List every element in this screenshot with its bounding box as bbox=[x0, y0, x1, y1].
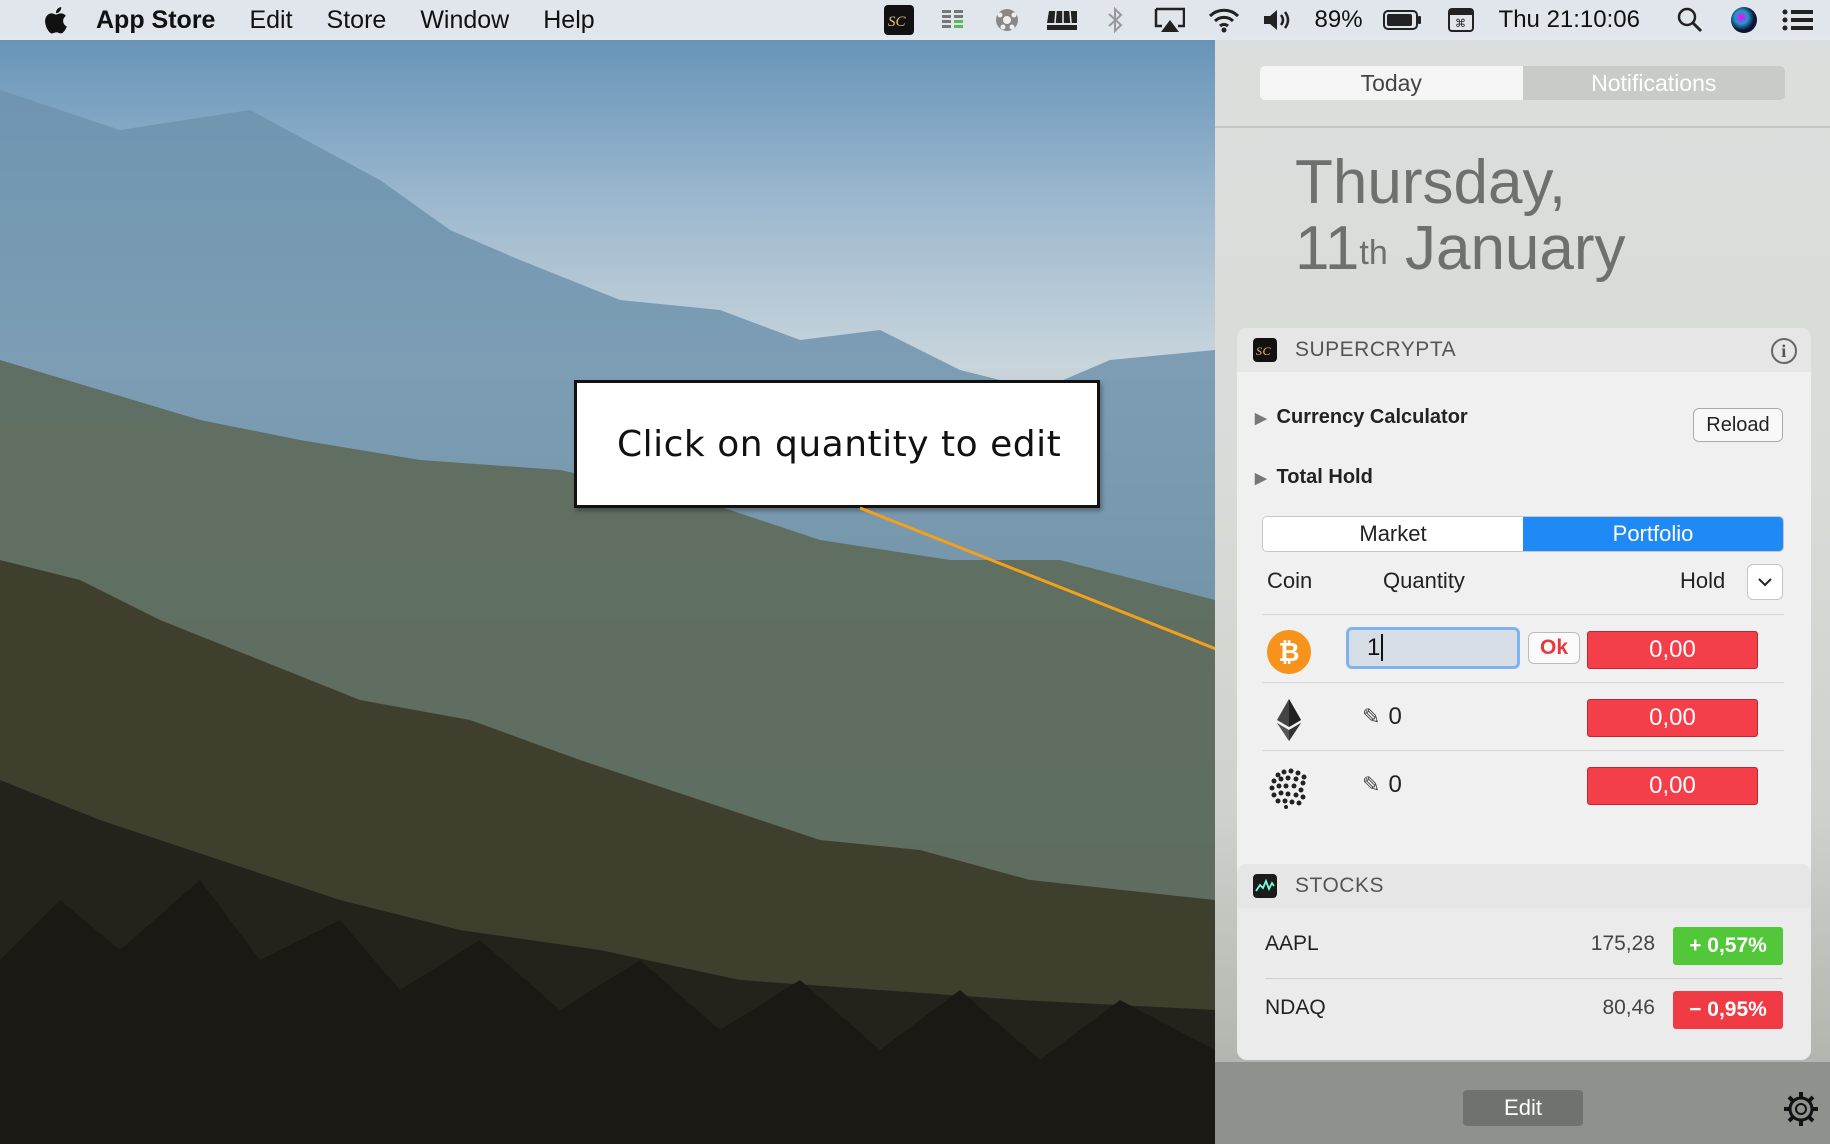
text-cursor bbox=[1381, 634, 1384, 661]
apple-icon[interactable] bbox=[36, 5, 74, 35]
date-heading: Thursday, 11th January bbox=[1295, 150, 1626, 282]
hold-value: 0,00 bbox=[1587, 631, 1758, 669]
svg-text:⌘: ⌘ bbox=[1455, 17, 1466, 30]
stocks-widget: STOCKS AAPL 175,28 + 0,57% NDAQ 80,46 − … bbox=[1237, 864, 1811, 1060]
status-area: SC 89% ⌘ Thu 21:10:06 bbox=[883, 0, 1830, 40]
today-notifications-toggle: Today Notifications bbox=[1260, 66, 1785, 100]
info-icon[interactable]: i bbox=[1771, 338, 1797, 364]
menu-bar: App Store Edit Store Window Help SC 89% bbox=[0, 0, 1830, 40]
airplay-icon[interactable] bbox=[1153, 6, 1185, 34]
svg-text:SC: SC bbox=[1256, 344, 1272, 358]
stock-row[interactable]: NDAQ 80,46 − 0,95% bbox=[1265, 978, 1783, 1040]
battery-icon[interactable] bbox=[1382, 6, 1423, 34]
callout-text: Click on quantity to edit bbox=[617, 423, 1062, 465]
divider bbox=[1215, 126, 1830, 128]
widget-header: STOCKS bbox=[1237, 864, 1811, 908]
dock-icon[interactable] bbox=[1045, 6, 1077, 34]
notification-center-icon[interactable] bbox=[1782, 6, 1814, 34]
supercrypta-widget: SC SUPERCRYPTA i ▶ Currency Calculator R… bbox=[1237, 328, 1811, 888]
widget-header: SC SUPERCRYPTA i bbox=[1237, 328, 1811, 372]
date-suffix: th bbox=[1359, 234, 1388, 272]
column-header-coin: Coin bbox=[1267, 568, 1313, 593]
bitcoin-icon: ₿ bbox=[1267, 630, 1311, 674]
stock-change-badge[interactable]: + 0,57% bbox=[1673, 927, 1783, 965]
chevron-down-icon bbox=[1758, 578, 1772, 587]
quantity-edit-link[interactable]: ✎ 0 bbox=[1362, 771, 1402, 799]
column-header-quantity: Quantity bbox=[1383, 568, 1465, 593]
stock-symbol: NDAQ bbox=[1265, 996, 1326, 1019]
supercrypta-icon[interactable]: SC bbox=[883, 5, 915, 35]
stocks-logo-icon bbox=[1253, 874, 1277, 898]
currency-calculator-label: Currency Calculator bbox=[1276, 406, 1468, 428]
date-day: 11 bbox=[1295, 214, 1360, 283]
menu-app-store[interactable]: App Store bbox=[96, 6, 215, 35]
panel-bottom-bar: Edit bbox=[1215, 1062, 1830, 1144]
reload-button[interactable]: Reload bbox=[1693, 408, 1783, 442]
hold-value: 0,00 bbox=[1587, 767, 1758, 805]
siri-icon[interactable] bbox=[1728, 6, 1760, 34]
hold-currency-dropdown[interactable] bbox=[1747, 564, 1783, 600]
wifi-icon[interactable] bbox=[1207, 6, 1239, 34]
stock-row[interactable]: AAPL 175,28 + 0,57% bbox=[1265, 914, 1783, 976]
menu-store[interactable]: Store bbox=[327, 6, 387, 35]
stock-price: 80,46 bbox=[1602, 996, 1655, 1019]
column-header-hold: Hold bbox=[1680, 568, 1726, 593]
quantity-value: 0 bbox=[1388, 703, 1402, 730]
svg-text:SC: SC bbox=[888, 14, 907, 30]
mountain-landscape bbox=[0, 90, 1215, 1144]
bluetooth-icon[interactable] bbox=[1099, 6, 1131, 34]
widget-title: SUPERCRYPTA bbox=[1295, 338, 1457, 361]
volume-icon[interactable] bbox=[1261, 6, 1293, 34]
annotation-callout: Click on quantity to edit bbox=[574, 380, 1100, 508]
total-hold-toggle[interactable]: ▶ Total Hold bbox=[1255, 466, 1373, 489]
supercrypta-logo-icon: SC bbox=[1253, 338, 1277, 362]
gear-icon[interactable] bbox=[1782, 1090, 1820, 1128]
iota-icon bbox=[1269, 768, 1307, 809]
segment-market[interactable]: Market bbox=[1263, 517, 1523, 551]
widget-title: STOCKS bbox=[1295, 874, 1384, 897]
date-weekday: Thursday, bbox=[1295, 148, 1567, 217]
total-hold-label: Total Hold bbox=[1276, 466, 1373, 488]
portfolio-row: ₿ 1 Ok 0,00 bbox=[1262, 614, 1784, 682]
quantity-value: 1 bbox=[1367, 634, 1381, 661]
disclosure-triangle-icon: ▶ bbox=[1255, 409, 1267, 427]
pencil-icon: ✎ bbox=[1362, 704, 1381, 729]
keyboard-icon[interactable]: ⌘ bbox=[1445, 6, 1477, 34]
stock-symbol: AAPL bbox=[1265, 932, 1319, 955]
market-portfolio-toggle: Market Portfolio bbox=[1262, 516, 1784, 552]
hold-value: 0,00 bbox=[1587, 699, 1758, 737]
stock-change-badge[interactable]: − 0,95% bbox=[1673, 991, 1783, 1029]
portfolio-row: ✎ 0 0,00 bbox=[1262, 682, 1784, 750]
menu-edit[interactable]: Edit bbox=[249, 6, 292, 35]
istat-icon[interactable] bbox=[937, 6, 969, 34]
battery-percent[interactable]: 89% bbox=[1315, 6, 1363, 34]
ball-icon[interactable] bbox=[991, 6, 1023, 34]
svg-text:₿: ₿ bbox=[1278, 638, 1299, 668]
ok-button[interactable]: Ok bbox=[1528, 632, 1580, 664]
spotlight-icon[interactable] bbox=[1674, 6, 1706, 34]
disclosure-triangle-icon: ▶ bbox=[1255, 469, 1267, 487]
edit-button[interactable]: Edit bbox=[1463, 1090, 1583, 1126]
currency-calculator-toggle[interactable]: ▶ Currency Calculator bbox=[1255, 406, 1468, 429]
pencil-icon: ✎ bbox=[1362, 772, 1381, 797]
notification-center-panel: Today Notifications Thursday, 11th Janua… bbox=[1215, 40, 1830, 1144]
ethereum-icon bbox=[1277, 699, 1301, 741]
tab-notifications[interactable]: Notifications bbox=[1522, 66, 1785, 100]
quantity-value: 0 bbox=[1388, 771, 1402, 798]
date-day-month: 11th January bbox=[1295, 216, 1626, 282]
menu-help[interactable]: Help bbox=[543, 6, 594, 35]
tab-today[interactable]: Today bbox=[1260, 66, 1523, 100]
quantity-edit-link[interactable]: ✎ 0 bbox=[1362, 703, 1402, 731]
quantity-input[interactable]: 1 bbox=[1346, 627, 1520, 669]
clock[interactable]: Thu 21:10:06 bbox=[1499, 6, 1640, 34]
menu-window[interactable]: Window bbox=[420, 6, 509, 35]
date-month: January bbox=[1404, 214, 1626, 283]
portfolio-row: ✎ 0 0,00 bbox=[1262, 750, 1784, 818]
stock-price: 175,28 bbox=[1590, 932, 1655, 955]
segment-portfolio[interactable]: Portfolio bbox=[1523, 517, 1783, 551]
